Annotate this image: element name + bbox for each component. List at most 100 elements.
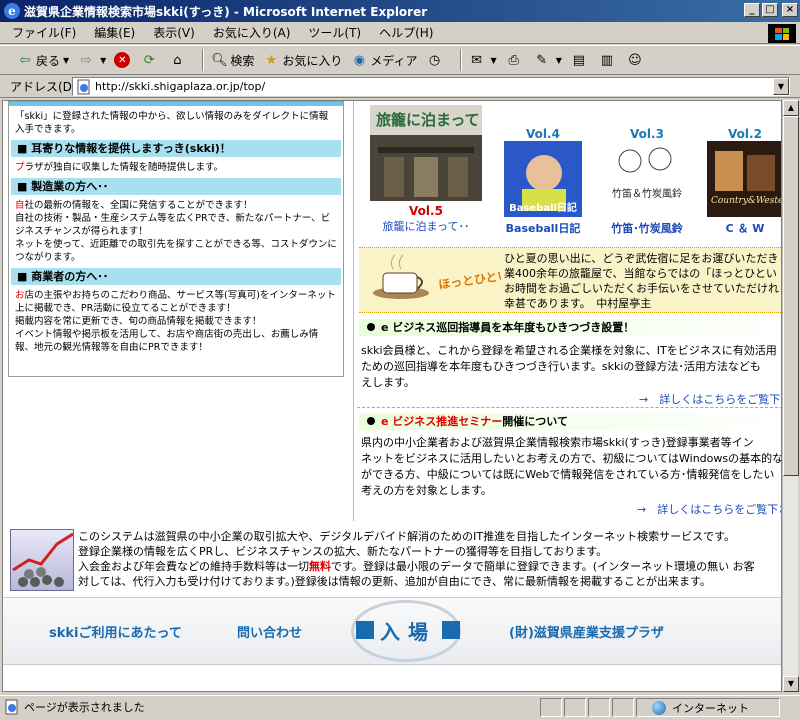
coffee-cup-icon: ほっとひといき･･: [373, 254, 501, 299]
vol-gallery: 旅籠に泊まって Vol.5 旅籠に泊まって･･ Vol.4 Baseball日記…: [357, 101, 782, 243]
vol3-caption[interactable]: 竹笛･竹炭風鈴: [601, 220, 693, 236]
window-controls: _ □ ×: [744, 3, 798, 17]
bullet-icon: [367, 323, 375, 331]
vol3-link[interactable]: Vol.3 竹笛＆竹炭風鈴 竹笛･竹炭風鈴: [601, 127, 693, 236]
home-button[interactable]: ⌂: [168, 51, 188, 69]
vol4-label: Vol.4: [526, 127, 560, 141]
news-more-link-1[interactable]: → 詳しくはこちらをご覧下さ: [639, 391, 781, 407]
discuss-button[interactable]: ▤: [570, 51, 590, 69]
free-emphasis: 無料: [309, 560, 331, 573]
vol5-caption[interactable]: 旅籠に泊まって･･: [367, 218, 485, 234]
news-more-link-2[interactable]: → 詳しくはこちらをご覧下さい: [637, 501, 781, 517]
refresh-button[interactable]: ⟳: [140, 51, 160, 69]
forward-button[interactable]: ⇨ ▼: [77, 51, 107, 69]
forward-arrow-icon: ⇨: [80, 52, 92, 68]
plaza-link[interactable]: (財)滋賀県産業支援プラザ: [509, 622, 664, 641]
back-label: 戻る: [36, 53, 61, 68]
enter-label: 入場: [380, 619, 436, 644]
edit-button[interactable]: ✎ ▼: [533, 51, 562, 69]
lead-char: お: [15, 290, 25, 301]
messenger-icon: ☺: [628, 52, 642, 68]
info-text: このシステムは滋賀県の中小企業の取引拡大や、デジタルデバイド解消のためのIT推進…: [78, 529, 755, 589]
news-title-suffix: 開催について: [502, 415, 568, 428]
lead-char: プ: [15, 162, 25, 173]
enter-button[interactable]: 入場: [341, 612, 475, 648]
toolbar-separator: [202, 49, 205, 71]
bamboo-chime-image: 竹笛＆竹炭風鈴: [608, 141, 686, 217]
chevron-down-icon: ▼: [100, 55, 107, 65]
address-label: アドレス(D): [10, 80, 77, 94]
minimize-button[interactable]: _: [744, 3, 760, 17]
hot-text: ひと夏の思い出に、どうぞ武佐宿に足をお運びいただき 業400余年の旅籠屋で、当館…: [504, 251, 781, 311]
info-line: このシステムは滋賀県の中小企業の取引拡大や、デジタルデバイド解消のためのIT推進…: [78, 530, 735, 543]
scroll-thumb[interactable]: [783, 116, 799, 476]
vol5-link[interactable]: 旅籠に泊まって Vol.5 旅籠に泊まって･･: [367, 105, 485, 234]
history-icon: ◷: [428, 52, 441, 68]
address-input[interactable]: [95, 80, 773, 93]
section-text: 社の最新の情報を、全国に発信することができます！: [24, 200, 253, 211]
menu-favorites[interactable]: お気に入り(A): [213, 24, 291, 41]
menu-bar: ファイル(F) 編集(E) 表示(V) お気に入り(A) ツール(T) ヘルプ(…: [0, 22, 800, 44]
search-button[interactable]: 🔍︎ 検索: [210, 51, 254, 69]
chevron-down-icon: ▼: [63, 55, 70, 65]
news-title-red[interactable]: e ビジネス推進セミナー: [381, 415, 502, 428]
news-line: 県内の中小企業者および滋賀県企業情報検索市場skki(すっき)登録事業者等イン: [361, 436, 754, 449]
back-button[interactable]: ⇦ 戻る ▼: [16, 51, 70, 69]
square-icon: [356, 621, 374, 639]
vol2-label: Vol.2: [728, 127, 762, 141]
status-pane: [564, 698, 586, 717]
vol2-caption[interactable]: C ＆ W: [707, 220, 781, 236]
news-body-2: 県内の中小企業者および滋賀県企業情報検索市場skki(すっき)登録事業者等イン …: [361, 435, 781, 499]
menu-view[interactable]: 表示(V): [153, 24, 195, 41]
news-line: skki会員様と、これから登録を希望される企業様を対象に、ITをビジネスに有効活…: [361, 344, 777, 357]
section-text: 掲載内容を常に更新でき、旬の商品情報を掲載できます！: [15, 316, 262, 327]
scroll-up-button[interactable]: ▲: [783, 100, 799, 116]
ryokan-photo: 旅籠に泊まって: [370, 105, 482, 201]
hot-line: 業400余年の旅籠屋で、当館ならではの「ほっとひとい: [504, 267, 777, 280]
vol4-link[interactable]: Vol.4 Baseball日記 Baseball日記: [497, 127, 589, 236]
baseball-image: Baseball日記: [504, 141, 582, 217]
title-bar: e 滋賀県企業情報検索市場skki(すっき) - Microsoft Inter…: [0, 0, 800, 22]
left-info-box: 「skki」に登録された情報の中から、欲しい情報のみをダイレクトに情報入手できま…: [8, 101, 344, 377]
stop-button[interactable]: ✕: [114, 52, 132, 68]
section-text: イベント情報や掲示板を活用して、お店や商店街の売出し、お薦しみ情報、地元の観光情…: [15, 329, 319, 353]
baseball-image-text: Baseball日記: [509, 201, 577, 214]
menu-help[interactable]: ヘルプ(H): [379, 24, 433, 41]
mail-button[interactable]: ✉ ▼: [468, 51, 497, 69]
edit-icon: ✎: [536, 52, 548, 68]
status-pane: [540, 698, 562, 717]
hotto-hitoiki-banner[interactable]: ほっとひといき･･ ひと夏の思い出に、どうぞ武佐宿に足をお運びいただき 業400…: [359, 247, 781, 313]
address-dropdown-button[interactable]: ▼: [773, 78, 789, 95]
country-western-image: Country&Western: [707, 141, 782, 217]
menu-edit[interactable]: 編集(E): [94, 24, 135, 41]
maximize-button[interactable]: □: [762, 3, 778, 17]
favorites-button[interactable]: ★ お気に入り: [262, 51, 343, 69]
home-icon: ⌂: [173, 52, 182, 68]
vertical-scrollbar[interactable]: ▲ ▼: [782, 100, 799, 692]
history-button[interactable]: ◷: [426, 51, 446, 69]
column-divider: [353, 101, 354, 521]
country-western-text: Country&Western: [711, 196, 782, 206]
clipboard-icon: ▥: [600, 52, 613, 68]
vol5-label: Vol.5: [409, 204, 443, 218]
back-arrow-icon: ⇦: [19, 52, 31, 68]
menu-file[interactable]: ファイル(F): [12, 24, 76, 41]
print-icon: ⎙: [508, 52, 519, 68]
vol4-caption[interactable]: Baseball日記: [497, 220, 589, 236]
favorites-icon: ★: [265, 52, 278, 68]
print-button[interactable]: ⎙: [505, 51, 525, 69]
scroll-down-button[interactable]: ▼: [783, 676, 799, 692]
lead-char: 自: [15, 200, 25, 211]
chevron-down-icon: ▼: [787, 679, 795, 688]
close-button[interactable]: ×: [782, 3, 798, 17]
contact-link[interactable]: 問い合わせ: [237, 622, 302, 641]
usage-link[interactable]: skkiご利用にあたって: [49, 622, 182, 641]
menu-tools[interactable]: ツール(T): [308, 24, 361, 41]
research-button[interactable]: ▥: [598, 51, 618, 69]
messenger-button[interactable]: ☺: [626, 51, 646, 69]
vol2-link[interactable]: Vol.2 Country&Western C ＆ W: [707, 127, 782, 236]
media-button[interactable]: ◉ メディア: [350, 51, 418, 69]
mail-icon: ✉: [471, 52, 482, 68]
ie-logo-icon: e: [4, 3, 20, 19]
page-icon: [77, 79, 90, 94]
